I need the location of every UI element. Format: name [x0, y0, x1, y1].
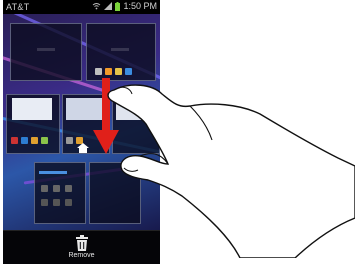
hand-illustration [107, 84, 355, 258]
app-icon [53, 185, 60, 192]
app-icon [66, 137, 73, 144]
app-icon [53, 199, 60, 206]
app-icon [65, 185, 72, 192]
carrier-label: AT&T [6, 2, 30, 12]
home-panel-1[interactable] [10, 23, 82, 81]
signal-icon [104, 2, 113, 10]
wifi-icon [93, 3, 101, 10]
trash-icon [76, 235, 88, 251]
home-panel-3[interactable] [6, 94, 60, 154]
app-icon [41, 137, 48, 144]
app-icon [31, 137, 38, 144]
app-icon [41, 185, 48, 192]
app-icon [65, 199, 72, 206]
app-icon [11, 137, 18, 144]
home-icon [77, 143, 89, 153]
home-panel-6[interactable] [34, 162, 86, 224]
status-icons: 1:50 PM [92, 1, 157, 11]
clock: 1:50 PM [123, 1, 157, 11]
battery-icon [115, 1, 121, 11]
app-icon [41, 199, 48, 206]
status-bar: AT&T 1:50 PM [3, 0, 160, 14]
app-icon [21, 137, 28, 144]
